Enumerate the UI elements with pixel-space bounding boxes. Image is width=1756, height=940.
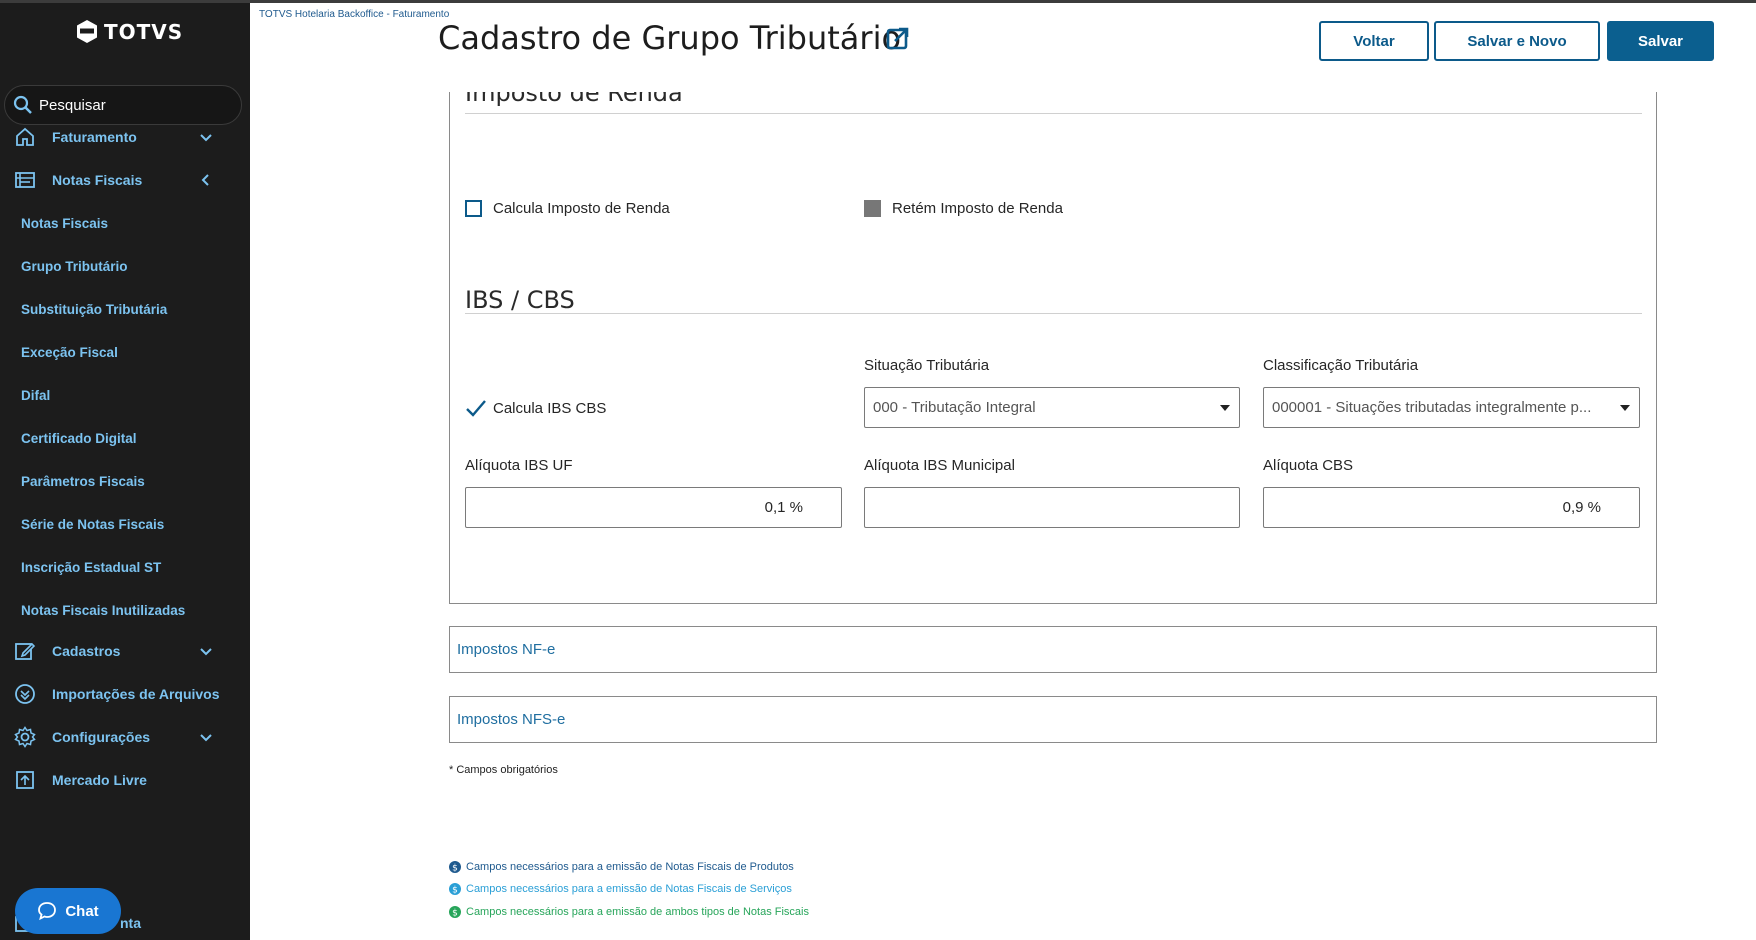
- edit-icon: [15, 642, 36, 660]
- sidebar-item-label: Faturamento: [52, 129, 137, 145]
- legend-text: Campos necessários para a emissão de Not…: [466, 861, 794, 873]
- upload-icon: [16, 771, 34, 789]
- svg-text:$: $: [452, 886, 458, 896]
- label-situacao-tributaria: Situação Tributária: [864, 357, 990, 374]
- legend-servicos: $ Campos necessários para a emissão de N…: [449, 883, 792, 895]
- save-and-new-button[interactable]: Salvar e Novo: [1434, 21, 1600, 61]
- input-aliquota-ibs-municipal[interactable]: [864, 487, 1240, 528]
- totvs-logo[interactable]: TOTVS: [76, 19, 183, 44]
- sidebar-item-faturamento[interactable]: Faturamento: [0, 117, 250, 157]
- dollar-circle-icon: $: [449, 883, 461, 895]
- sidebar-item-importacoes[interactable]: Importações de Arquivos: [0, 674, 250, 714]
- chevron-left-icon: [201, 174, 209, 186]
- external-link-icon[interactable]: [886, 26, 910, 50]
- sidebar-subitem-difal[interactable]: Difal: [21, 388, 50, 403]
- section-impostos-nfe[interactable]: Impostos NF-e: [449, 626, 1657, 673]
- chevron-down-icon: [200, 134, 212, 142]
- dropdown-arrow-icon: [1220, 405, 1230, 411]
- checkmark-icon[interactable]: [465, 398, 487, 418]
- search-icon: [13, 95, 32, 114]
- chevron-down-icon: [200, 648, 212, 656]
- select-classificacao-tributaria[interactable]: 000001 - Situações tributadas integralme…: [1263, 387, 1640, 428]
- legend-text: Campos necessários para a emissão de amb…: [466, 906, 809, 918]
- checkbox-label-calcula-ir[interactable]: Calcula Imposto de Renda: [493, 200, 670, 217]
- save-button[interactable]: Salvar: [1607, 21, 1714, 61]
- back-button[interactable]: Voltar: [1319, 21, 1429, 61]
- sidebar-item-label: Notas Fiscais: [52, 172, 143, 188]
- dollar-circle-icon: $: [449, 861, 461, 873]
- legend-produtos: $ Campos necessários para a emissão de N…: [449, 861, 794, 873]
- top-border: [0, 0, 1756, 3]
- legend-text: Campos necessários para a emissão de Not…: [466, 883, 792, 895]
- section-title-imposto-renda: Imposto de Renda: [465, 92, 683, 107]
- section-impostos-nfse[interactable]: Impostos NFS-e: [449, 696, 1657, 743]
- label-aliquota-cbs: Alíquota CBS: [1263, 457, 1354, 474]
- sidebar-item-label: Mercado Livre: [52, 772, 147, 788]
- select-value: 000 - Tributação Integral: [873, 399, 1036, 416]
- sidebar-item-label: Configurações: [52, 729, 151, 745]
- imposto-renda-header-clip: Imposto de Renda: [465, 92, 1642, 113]
- sidebar-subitem-grupo-tributario[interactable]: Grupo Tributário: [21, 259, 128, 274]
- sidebar-subitem-certificado-digital[interactable]: Certificado Digital: [21, 431, 137, 446]
- checkbox-label-calcula-ibs-cbs[interactable]: Calcula IBS CBS: [493, 400, 606, 417]
- totvs-logo-icon: [77, 20, 97, 43]
- legend-ambos: $ Campos necessários para a emissão de a…: [449, 906, 809, 918]
- sidebar-item-mercado-livre[interactable]: Mercado Livre: [0, 760, 250, 800]
- section-title-ibs-cbs: IBS / CBS: [465, 286, 575, 314]
- svg-text:$: $: [452, 864, 458, 874]
- dropdown-arrow-icon: [1620, 405, 1630, 411]
- sidebar-subitem-inscricao-estadual-st[interactable]: Inscrição Estadual ST: [21, 560, 161, 575]
- svg-text:$: $: [452, 909, 458, 919]
- checkbox-label-retem-ir[interactable]: Retém Imposto de Renda: [892, 200, 1063, 217]
- sidebar: TOTVS Pesquisar Faturamento Notas Fiscai…: [0, 3, 250, 940]
- search-placeholder: Pesquisar: [39, 96, 106, 114]
- sidebar-subitem-notas-fiscais-inutilizadas[interactable]: Notas Fiscais Inutilizadas: [21, 603, 185, 618]
- chat-bubble-icon: [38, 902, 57, 921]
- label-aliquota-ibs-uf: Alíquota IBS UF: [465, 457, 573, 474]
- input-aliquota-ibs-uf[interactable]: 0,1 %: [465, 487, 842, 528]
- sidebar-subitem-parametros-fiscais[interactable]: Parâmetros Fiscais: [21, 474, 145, 489]
- home-icon: [16, 127, 34, 146]
- invoice-icon: [15, 172, 35, 188]
- gear-icon: [14, 726, 36, 748]
- sidebar-subitem-substituicao-tributaria[interactable]: Substituição Tributária: [21, 302, 167, 317]
- sidebar-item-notas-fiscais[interactable]: Notas Fiscais: [0, 160, 250, 200]
- input-value: 0,1 %: [764, 499, 803, 516]
- chat-button[interactable]: Chat: [15, 888, 121, 934]
- section-divider: [465, 113, 1642, 114]
- required-fields-note: * Campos obrigatórios: [449, 764, 558, 776]
- sidebar-subitem-serie-notas-fiscais[interactable]: Série de Notas Fiscais: [21, 517, 164, 532]
- select-value: 000001 - Situações tributadas integralme…: [1272, 399, 1592, 416]
- breadcrumb[interactable]: TOTVS Hotelaria Backoffice - Faturamento: [259, 9, 449, 20]
- sidebar-subitem-excecao-fiscal[interactable]: Exceção Fiscal: [21, 345, 118, 360]
- sidebar-item-label: Cadastros: [52, 643, 121, 659]
- chat-label: Chat: [65, 902, 99, 920]
- input-aliquota-cbs[interactable]: 0,9 %: [1263, 487, 1640, 528]
- input-value: 0,9 %: [1562, 499, 1601, 516]
- label-classificacao-tributaria: Classificação Tributária: [1263, 357, 1419, 374]
- sidebar-item-partial[interactable]: nta: [120, 915, 141, 931]
- section-label-impostos-nfse: Impostos NFS-e: [457, 711, 566, 728]
- dollar-circle-icon: $: [449, 906, 461, 918]
- label-aliquota-ibs-municipal: Alíquota IBS Municipal: [864, 457, 1015, 474]
- logo-text: TOTVS: [104, 19, 184, 44]
- sidebar-item-cadastros[interactable]: Cadastros: [0, 631, 250, 671]
- sidebar-item-label: Importações de Arquivos: [52, 686, 220, 702]
- sidebar-item-configuracoes[interactable]: Configurações: [0, 717, 250, 757]
- checkbox-calcula-ir[interactable]: [465, 200, 482, 217]
- sidebar-subitem-notas-fiscais[interactable]: Notas Fiscais: [21, 216, 108, 231]
- select-situacao-tributaria[interactable]: 000 - Tributação Integral: [864, 387, 1240, 428]
- page-title: Cadastro de Grupo Tributário: [438, 19, 902, 57]
- chevron-down-icon: [200, 734, 212, 742]
- checkbox-retem-ir[interactable]: [864, 200, 881, 217]
- section-divider: [465, 313, 1642, 314]
- section-label-impostos-nfe: Impostos NF-e: [457, 641, 556, 658]
- import-icon: [15, 684, 35, 704]
